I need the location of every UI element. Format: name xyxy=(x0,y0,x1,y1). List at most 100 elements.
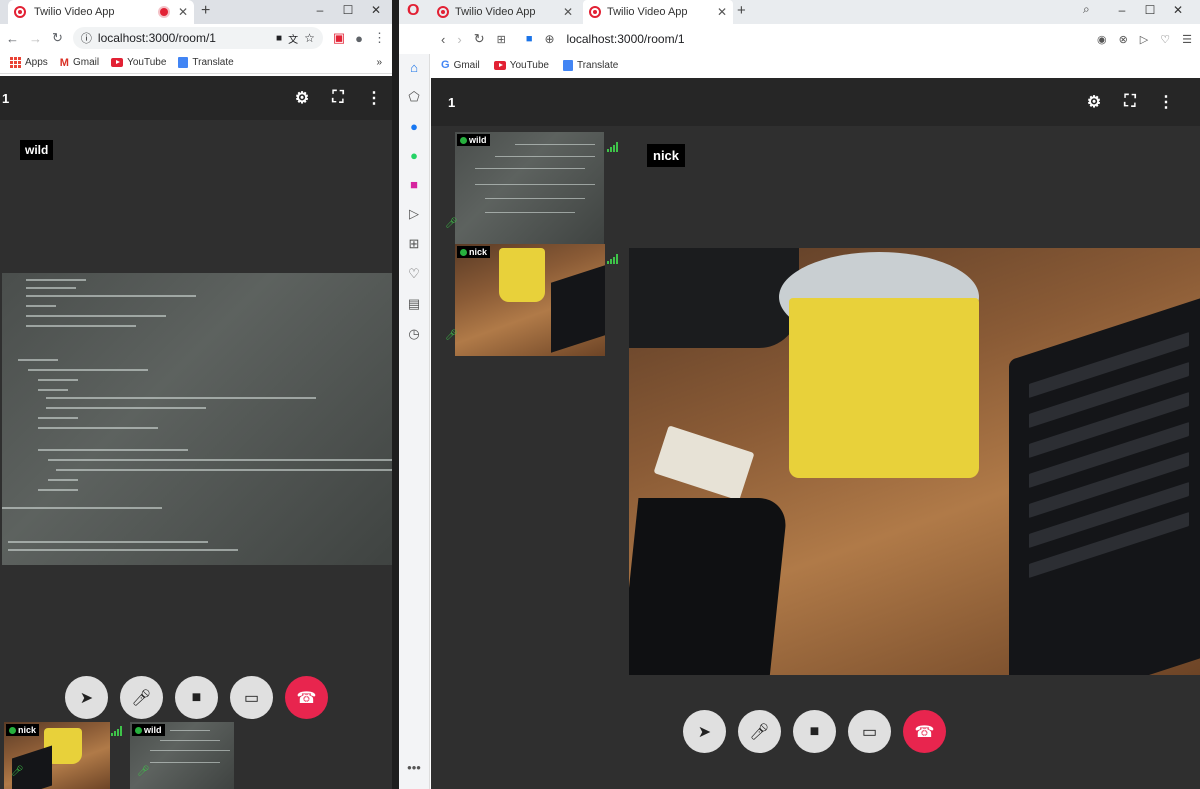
profile-avatar-icon[interactable]: ● xyxy=(355,31,363,46)
send-to-flow-icon[interactable]: ▷ xyxy=(1140,33,1148,46)
home-icon[interactable]: ⌂ xyxy=(404,60,424,75)
snapshot-icon[interactable]: ◉ xyxy=(1097,33,1107,46)
new-tab-button[interactable]: + xyxy=(737,2,746,19)
bookmark-label: Gmail xyxy=(453,59,480,71)
close-tab-icon[interactable]: ✕ xyxy=(178,5,188,19)
gear-icon[interactable]: ⚙ xyxy=(284,88,320,108)
close-tab-icon[interactable]: ✕ xyxy=(563,5,573,19)
camera-in-use-icon[interactable]: ■ xyxy=(276,33,282,44)
maximize-button[interactable]: ☐ xyxy=(1136,0,1164,20)
bookmarks-heart-icon[interactable]: ♡ xyxy=(404,266,424,282)
search-tabs-icon[interactable]: ⌕ xyxy=(1083,2,1090,17)
fullscreen-icon[interactable]: ⛶ xyxy=(320,89,356,107)
bookmark-label: Translate xyxy=(576,59,619,71)
chrome-tab[interactable]: Twilio Video App ✕ xyxy=(8,0,194,24)
participant-thumbnail[interactable]: nick xyxy=(455,244,605,356)
pinboard-icon[interactable]: ⬠ xyxy=(404,89,424,105)
screen-share-button[interactable]: ▭ xyxy=(230,676,273,719)
bookmark-gmail[interactable]: G Gmail xyxy=(441,59,480,71)
minimize-button[interactable]: – xyxy=(306,0,334,20)
bookmark-label: Apps xyxy=(25,57,48,68)
easy-setup-icon[interactable]: ☰ xyxy=(1182,33,1192,46)
extensions-icon[interactable]: ⊞ xyxy=(404,236,424,252)
hang-up-button[interactable]: ☎ xyxy=(285,676,328,719)
bookmark-translate[interactable]: Translate xyxy=(178,57,234,68)
hang-up-icon: ☎ xyxy=(914,723,935,741)
participant-thumbnail[interactable]: wild xyxy=(455,132,604,244)
bookmark-star-icon[interactable]: ☆ xyxy=(304,31,315,45)
camera-in-use-icon[interactable]: ■ xyxy=(526,33,533,45)
bookmark-gmail[interactable]: M Gmail xyxy=(60,57,99,69)
mute-audio-button[interactable]: 🎤︎ xyxy=(120,676,163,719)
mic-indicator-icon: 🎤︎ xyxy=(11,766,24,777)
call-controls: ➤ 🎤︎ ■ ▭ ☎ xyxy=(65,676,328,719)
participant-thumbnail[interactable]: nick 🎤︎ xyxy=(4,722,110,789)
whatsapp-icon[interactable]: ● xyxy=(404,148,424,163)
bookmark-youtube[interactable]: YouTube xyxy=(493,60,549,71)
maximize-button[interactable]: ☐ xyxy=(334,0,362,20)
hang-up-icon: ☎ xyxy=(296,689,317,707)
more-vert-icon[interactable]: ⋮ xyxy=(1148,92,1184,112)
gear-icon[interactable]: ⚙ xyxy=(1076,92,1112,112)
recording-indicator-icon xyxy=(159,8,168,16)
history-icon[interactable]: ◷ xyxy=(404,326,424,342)
opera-window-controls: – ☐ ✕ xyxy=(1108,0,1192,20)
apps-grid-icon xyxy=(10,57,21,68)
url-text[interactable]: localhost:3000/room/1 xyxy=(567,32,1085,46)
more-vert-icon[interactable]: ⋮ xyxy=(356,88,392,108)
mic-icon: 🎤︎ xyxy=(749,723,770,741)
sidebar-more-button[interactable]: ••• xyxy=(404,760,424,775)
more-bookmarks-button[interactable]: » xyxy=(376,57,382,68)
close-window-button[interactable]: ✕ xyxy=(362,0,390,20)
back-arrow-icon[interactable]: ← xyxy=(6,31,19,46)
send-message-button[interactable]: ➤ xyxy=(683,710,726,753)
opera-logo-icon[interactable]: O xyxy=(407,2,419,20)
new-tab-button[interactable]: + xyxy=(201,2,210,20)
bookmark-youtube[interactable]: YouTube xyxy=(111,57,166,68)
chrome-video-app: 1 ⚙ ⛶ ⋮ wild ➤ 🎤︎ ■ ▭ ☎ nick 🎤︎ wild 🎤︎ xyxy=(0,76,392,789)
hang-up-button[interactable]: ☎ xyxy=(903,710,946,753)
close-window-button[interactable]: ✕ xyxy=(1164,0,1192,20)
bookmark-translate[interactable]: Translate xyxy=(562,59,619,71)
flow-icon[interactable]: ▷ xyxy=(404,206,424,222)
fullscreen-icon[interactable]: ⛶ xyxy=(1112,93,1148,111)
twilio-favicon-icon xyxy=(437,6,449,18)
info-icon[interactable]: ⓘ xyxy=(81,30,92,46)
heart-bookmark-icon[interactable]: ♡ xyxy=(1160,33,1170,46)
globe-icon[interactable]: ⊕ xyxy=(544,32,554,46)
call-controls: ➤ 🎤︎ ■ ▭ ☎ xyxy=(683,710,946,753)
mute-audio-button[interactable]: 🎤︎ xyxy=(738,710,781,753)
forward-arrow-icon[interactable]: › xyxy=(457,32,461,47)
toggle-video-button[interactable]: ■ xyxy=(175,676,218,719)
opera-tab-1[interactable]: Twilio Video App ✕ xyxy=(431,0,579,24)
send-message-button[interactable]: ➤ xyxy=(65,676,108,719)
opera-tab-2[interactable]: Twilio Video App ✕ xyxy=(583,0,733,24)
toggle-video-button[interactable]: ■ xyxy=(793,710,836,753)
close-tab-icon[interactable]: ✕ xyxy=(717,5,727,19)
chrome-window: Twilio Video App ✕ + – ☐ ✕ ← → ↻ ⓘ local… xyxy=(0,0,392,789)
reload-icon[interactable]: ↻ xyxy=(474,31,485,47)
participant-name: wild xyxy=(144,725,162,735)
opera-bookmarks-bar: G Gmail YouTube Translate xyxy=(399,54,1200,76)
forward-arrow-icon[interactable]: → xyxy=(29,31,42,46)
chrome-menu-icon[interactable]: ⋮ xyxy=(373,30,386,46)
bookmark-apps[interactable]: Apps xyxy=(10,57,48,68)
youtube-icon xyxy=(493,60,506,70)
online-status-icon xyxy=(460,248,467,256)
room-name: 1 xyxy=(448,94,456,110)
instagram-icon[interactable]: ■ xyxy=(404,177,424,192)
screen-share-button[interactable]: ▭ xyxy=(848,710,891,753)
back-arrow-icon[interactable]: ‹ xyxy=(441,32,445,47)
speed-dial-grid-icon[interactable]: ⊞ xyxy=(497,33,506,46)
participant-thumbnail[interactable]: wild 🎤︎ xyxy=(130,722,234,789)
minimize-button[interactable]: – xyxy=(1108,0,1136,20)
extension-icon[interactable]: ▣ xyxy=(333,30,345,46)
translate-page-icon[interactable]: 文 xyxy=(288,31,298,46)
news-icon[interactable]: ▤ xyxy=(404,296,424,312)
chrome-tab-title: Twilio Video App xyxy=(34,6,115,18)
messenger-icon[interactable]: ● xyxy=(404,119,424,134)
main-video-feed xyxy=(2,273,392,565)
reload-icon[interactable]: ↻ xyxy=(52,30,63,46)
adblock-icon[interactable]: ⊗ xyxy=(1119,33,1128,46)
address-bar[interactable]: ⓘ localhost:3000/room/1 ■ 文 ☆ xyxy=(72,27,323,49)
